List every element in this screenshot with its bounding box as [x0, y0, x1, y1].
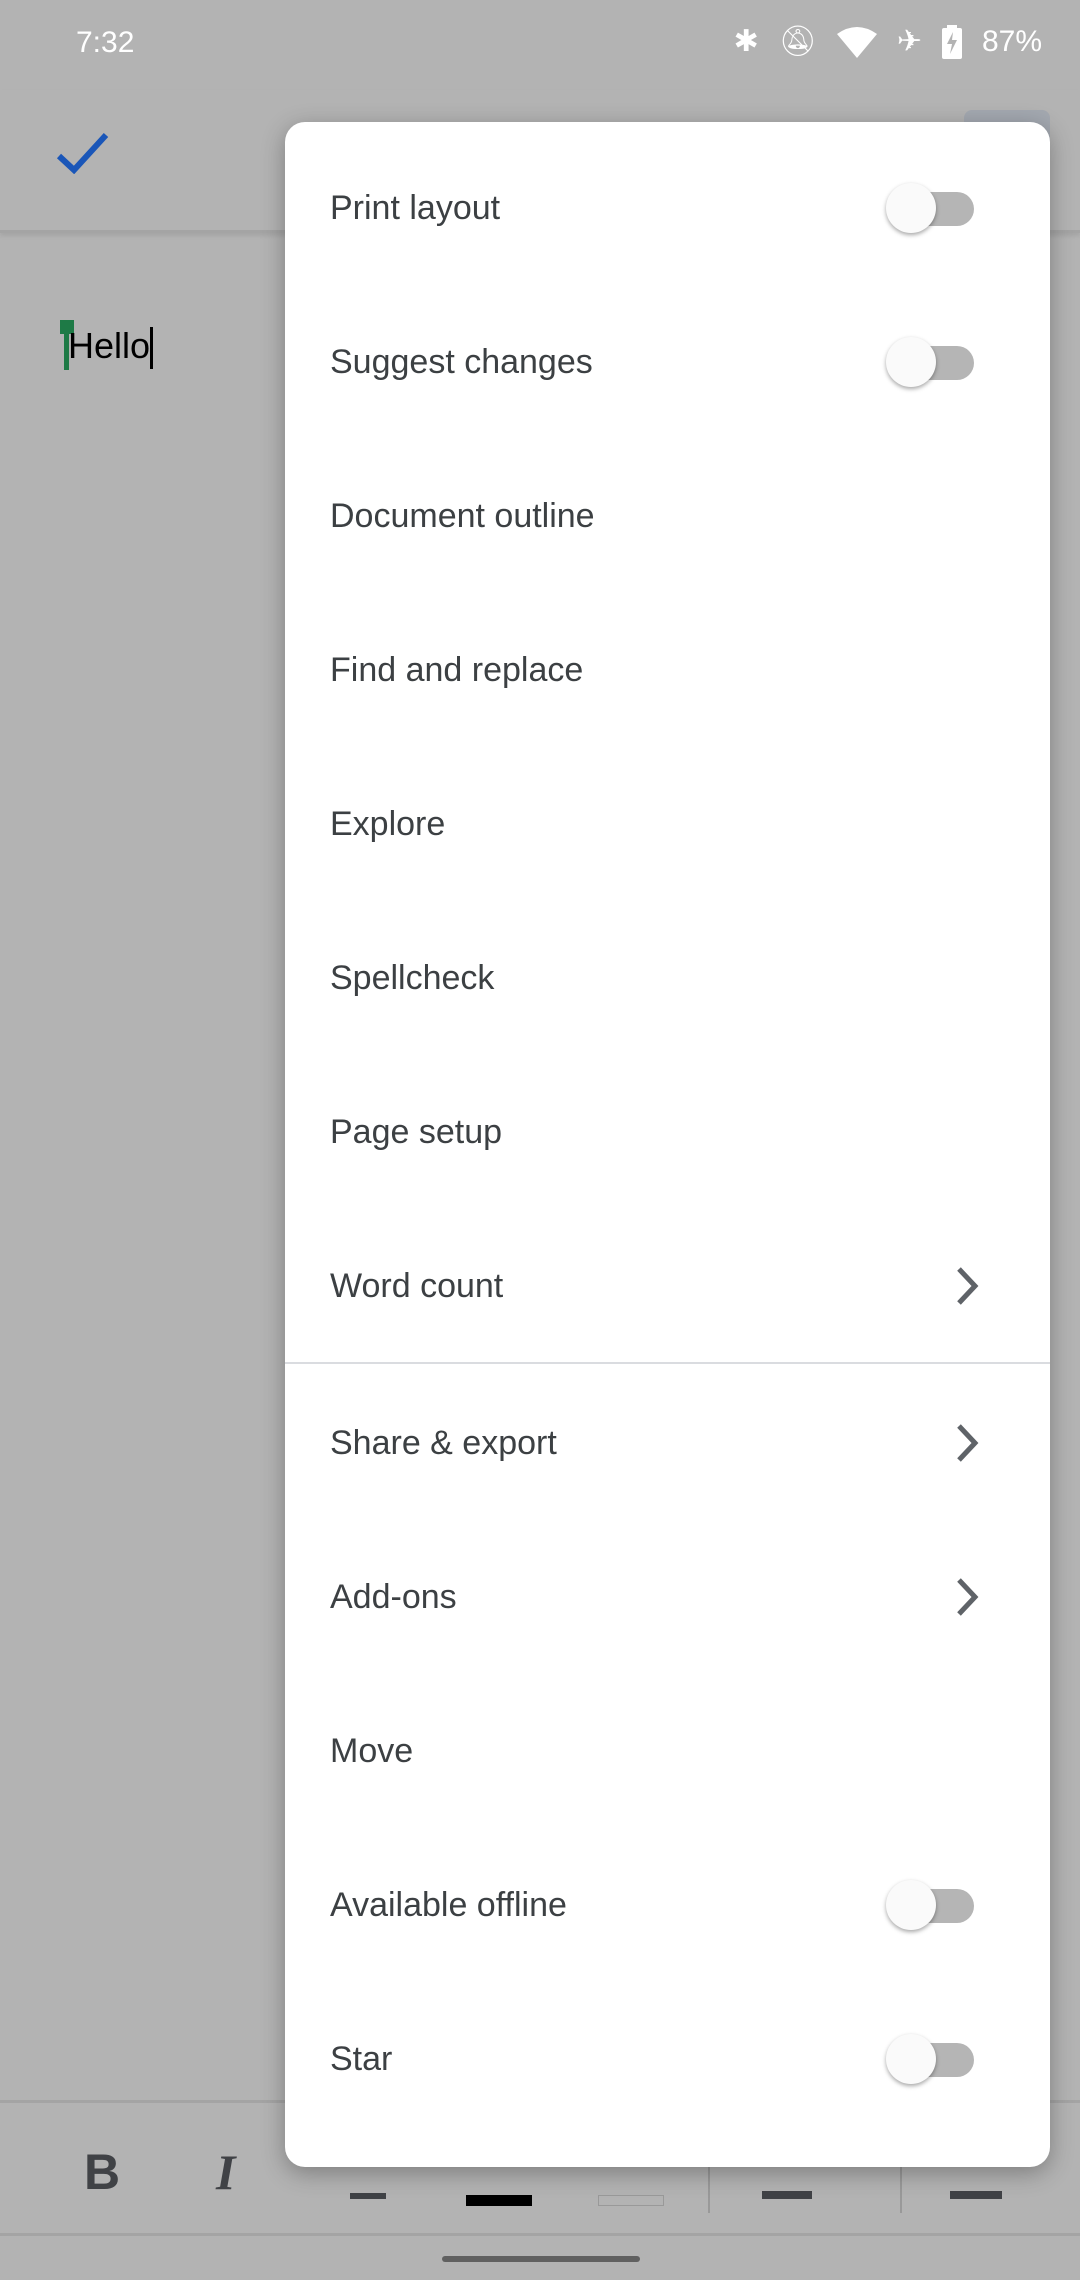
check-icon[interactable]	[56, 132, 110, 174]
toggle-knob	[886, 1880, 936, 1930]
status-time: 7:32	[76, 26, 135, 59]
document-text: Hello	[68, 325, 151, 366]
menu-item-document-outline[interactable]: Document outline	[285, 439, 1050, 593]
align-icon[interactable]	[762, 2191, 812, 2199]
toggle-knob	[886, 2034, 936, 2084]
menu-item-label: Find and replace	[330, 650, 584, 689]
document-body[interactable]: Hello	[68, 325, 154, 370]
airplane-mode-icon: ✈	[896, 25, 922, 58]
menu-item-label: Page setup	[330, 1112, 503, 1151]
toggle-switch[interactable]	[886, 337, 974, 387]
menu-item-star[interactable]: Star	[285, 1982, 1050, 2136]
highlight-icon[interactable]	[598, 2195, 664, 2206]
bluetooth-icon: ✱	[733, 25, 759, 58]
menu-item-print-layout[interactable]: Print layout	[285, 131, 1050, 285]
menu-item-label: Move	[330, 1731, 414, 1770]
menu-item-label: Add-ons	[330, 1577, 457, 1616]
toggle-switch[interactable]	[886, 1880, 974, 1930]
italic-icon[interactable]: I	[216, 2143, 235, 2201]
toggle-switch[interactable]	[886, 183, 974, 233]
status-bar: 7:32 ✱ 🔕︎ ✈ 87%	[0, 0, 1080, 90]
menu-item-spellcheck[interactable]: Spellcheck	[285, 901, 1050, 1055]
menu-item-move[interactable]: Move	[285, 1674, 1050, 1828]
home-indicator[interactable]	[442, 2256, 640, 2262]
battery-charging-icon	[941, 24, 962, 59]
menu-divider	[285, 1362, 1050, 1364]
notifications-off-icon: 🔕︎	[778, 25, 817, 58]
text-color-icon[interactable]	[466, 2195, 532, 2206]
menu-item-label: Word count	[330, 1266, 504, 1305]
toggle-switch[interactable]	[886, 2034, 974, 2084]
wifi-icon	[836, 26, 877, 58]
menu-item-explore[interactable]: Explore	[285, 747, 1050, 901]
chevron-right-icon	[957, 1267, 979, 1305]
chevron-right-icon	[957, 1424, 979, 1462]
underline-icon[interactable]	[350, 2193, 386, 2199]
menu-item-page-setup[interactable]: Page setup	[285, 1055, 1050, 1209]
overflow-menu: Print layout Suggest changes Document outl…	[285, 122, 1050, 2167]
list-icon[interactable]	[950, 2191, 1002, 2199]
chevron-right-icon	[957, 1578, 979, 1616]
menu-item-available-offline[interactable]: Available offline	[285, 1828, 1050, 1982]
menu-item-label: Explore	[330, 804, 446, 843]
menu-item-share-export[interactable]: Share & export	[285, 1366, 1050, 1520]
menu-item-add-ons[interactable]: Add-ons	[285, 1520, 1050, 1674]
bold-icon[interactable]: B	[84, 2143, 120, 2201]
menu-item-word-count[interactable]: Word count	[285, 1209, 1050, 1363]
menu-item-find-and-replace[interactable]: Find and replace	[285, 593, 1050, 747]
menu-item-suggest-changes[interactable]: Suggest changes	[285, 285, 1050, 439]
menu-item-label: Spellcheck	[330, 958, 495, 997]
toggle-knob	[886, 337, 936, 387]
battery-percent: 87%	[981, 24, 1042, 58]
text-cursor	[150, 327, 154, 370]
toggle-knob	[886, 183, 936, 233]
menu-item-label: Share & export	[330, 1423, 557, 1462]
menu-item-label: Document outline	[330, 496, 595, 535]
